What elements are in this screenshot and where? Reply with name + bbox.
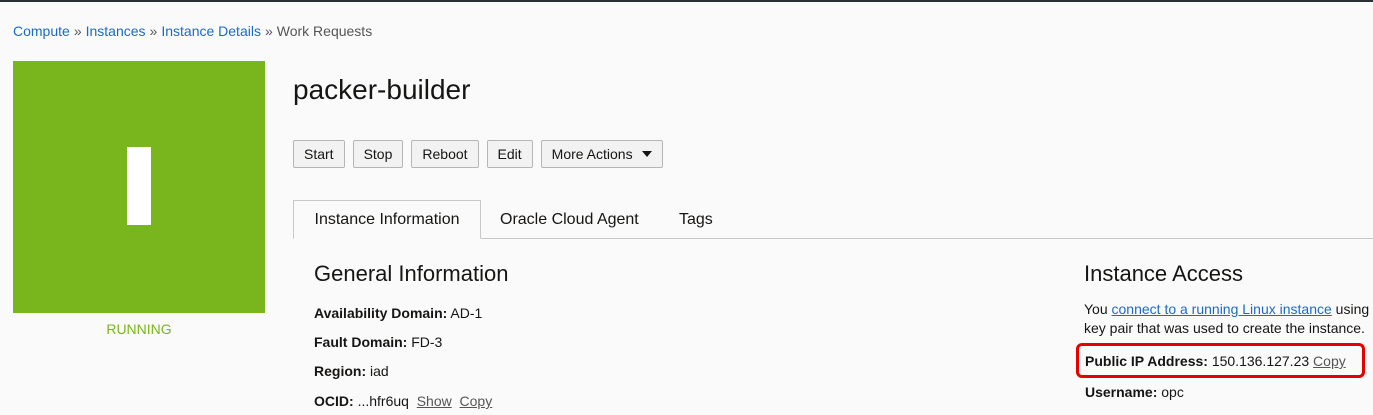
start-button[interactable]: Start [293, 140, 345, 168]
region-value: iad [370, 363, 389, 379]
caret-down-icon [641, 151, 652, 157]
username-row: Username: opc [1085, 384, 1184, 400]
instance-access-description: You connect to a running Linux instance … [1084, 300, 1373, 338]
edit-button[interactable]: Edit [486, 140, 533, 168]
ocid-label: OCID: [314, 393, 354, 409]
ocid-value: ...hfr6uq [357, 393, 409, 409]
username-value: opc [1161, 384, 1184, 400]
breadcrumb-separator: » [149, 23, 158, 39]
availability-domain-row: Availability Domain: AD-1 [314, 305, 482, 321]
general-information-heading: General Information [314, 261, 509, 286]
access-text-before: You [1084, 301, 1112, 317]
fault-domain-value: FD-3 [411, 334, 443, 350]
fault-domain-row: Fault Domain: FD-3 [314, 334, 442, 350]
breadcrumb-instances[interactable]: Instances [86, 23, 146, 39]
fault-domain-label: Fault Domain: [314, 334, 408, 350]
breadcrumb-current: Work Requests [276, 23, 373, 39]
availability-domain-value: AD-1 [450, 305, 483, 321]
breadcrumb-compute[interactable]: Compute [13, 23, 70, 39]
public-ip-value: 150.136.127.23 [1211, 353, 1310, 369]
ocid-row: OCID: ...hfr6uq Show Copy [314, 393, 492, 409]
top-border [0, 0, 1373, 2]
tab-tags[interactable]: Tags [679, 200, 713, 239]
instance-icon-tile [13, 61, 265, 313]
action-toolbar: Start Stop Reboot Edit More Actions [293, 140, 663, 168]
more-actions-button[interactable]: More Actions [540, 140, 663, 168]
instance-access-heading: Instance Access [1084, 261, 1243, 286]
tab-oracle-cloud-agent[interactable]: Oracle Cloud Agent [500, 200, 639, 239]
breadcrumb-separator: » [264, 23, 273, 39]
page-title: packer-builder [293, 74, 471, 105]
public-ip-row: Public IP Address: 150.136.127.23 Copy [1085, 353, 1346, 369]
instance-status: RUNNING [106, 321, 172, 337]
tab-instance-information[interactable]: Instance Information [293, 200, 481, 239]
instance-letter-icon [127, 147, 151, 225]
username-label: Username: [1085, 384, 1158, 400]
availability-domain-label: Availability Domain: [314, 305, 448, 321]
connect-linux-instance-link[interactable]: connect to a running Linux instance [1112, 301, 1332, 317]
reboot-button[interactable]: Reboot [411, 140, 479, 168]
public-ip-label: Public IP Address: [1085, 353, 1208, 369]
region-label: Region: [314, 363, 367, 379]
stop-button[interactable]: Stop [352, 140, 404, 168]
breadcrumb-separator: » [73, 23, 82, 39]
ocid-show-link[interactable]: Show [417, 393, 452, 409]
breadcrumb-instance-details[interactable]: Instance Details [161, 23, 261, 39]
ocid-copy-link[interactable]: Copy [460, 393, 493, 409]
public-ip-copy-link[interactable]: Copy [1313, 353, 1346, 369]
breadcrumb: Compute» Instances» Instance Details» Work … [13, 23, 372, 39]
more-actions-label: More Actions [551, 146, 633, 162]
region-row: Region: iad [314, 363, 389, 379]
